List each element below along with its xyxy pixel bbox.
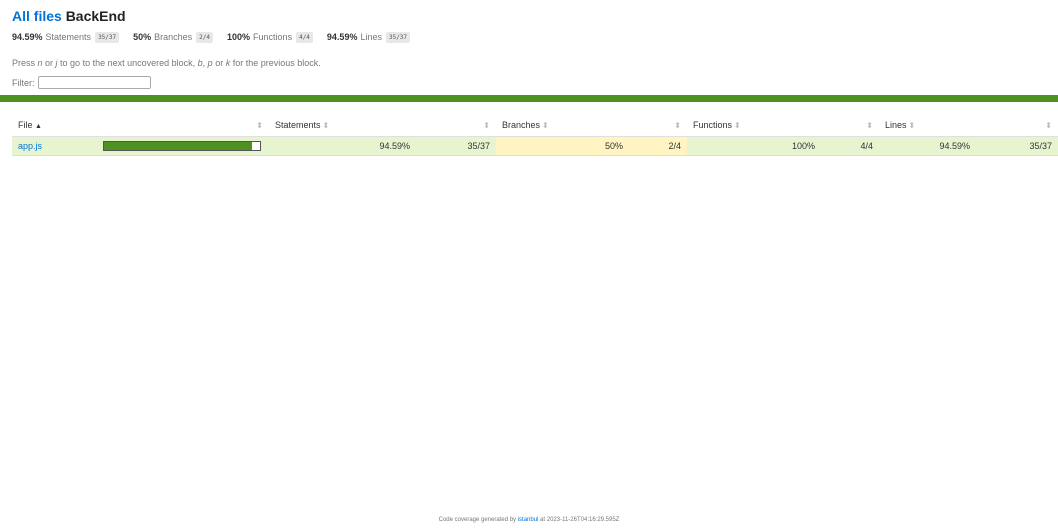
functions-pct: 100% <box>687 135 821 156</box>
sort-icon: ⬍ <box>674 120 681 130</box>
summary-lines: 94.59% Lines 35/37 <box>326 31 411 43</box>
sort-icon: ⬍ <box>322 120 330 130</box>
summary-fraction: 35/37 <box>95 31 120 43</box>
statements-fraction: 35/37 <box>416 135 496 156</box>
coverage-bar <box>103 140 261 151</box>
branches-fraction: 2/4 <box>629 135 687 156</box>
column-header-file-chart[interactable]: ⬍ <box>97 114 269 137</box>
summary-fraction: 4/4 <box>296 31 313 43</box>
summary-pct: 94.59% <box>12 32 43 42</box>
page-title: All files BackEnd <box>12 8 1046 24</box>
statements-pct: 94.59% <box>269 135 416 156</box>
summary-label: Functions <box>253 32 293 42</box>
sort-icon: ⬍ <box>866 120 873 130</box>
summary-pct: 50% <box>133 32 152 42</box>
table-row: app.js 94.59% 35/37 50% 2/4 100% 4/4 94.… <box>12 135 1058 156</box>
sort-icon: ⬍ <box>734 120 741 130</box>
coverage-status-line <box>0 95 1058 102</box>
summary-label: Statements <box>45 32 92 42</box>
coverage-table-container: File ▲ ⬍ Statements ⬍ ⬍ Branches ⬍ ⬍ Funct… <box>0 114 1058 156</box>
file-link[interactable]: app.js <box>18 141 42 151</box>
column-header-functions[interactable]: Functions ⬍ <box>687 114 821 137</box>
column-header-statements[interactable]: Statements ⬍ <box>269 114 416 137</box>
column-header-lines-frac[interactable]: ⬍ <box>976 114 1058 137</box>
summary-functions: 100% Functions 4/4 <box>227 31 313 43</box>
summary-pct: 94.59% <box>326 32 358 42</box>
column-header-functions-frac[interactable]: ⬍ <box>821 114 879 137</box>
sort-icon: ⬍ <box>256 120 263 130</box>
keyboard-help-text: Press n or j to go to the next uncovered… <box>12 58 321 68</box>
sort-icon: ⬍ <box>542 120 549 130</box>
column-header-branches[interactable]: Branches ⬍ <box>496 114 629 137</box>
summary-label: Lines <box>360 32 382 42</box>
functions-fraction: 4/4 <box>821 135 879 156</box>
coverage-summary: 94.59% Statements 35/37 50% Branches 2/4… <box>12 30 1046 44</box>
column-header-branches-frac[interactable]: ⬍ <box>629 114 687 137</box>
sort-asc-icon: ▲ <box>35 122 42 130</box>
page-header: All files BackEnd 94.59% Statements 35/3… <box>0 0 1058 89</box>
coverage-bar-cell <box>97 135 269 156</box>
project-name: BackEnd <box>65 8 126 24</box>
sort-icon: ⬍ <box>908 120 916 130</box>
coverage-table: File ▲ ⬍ Statements ⬍ ⬍ Branches ⬍ ⬍ Funct… <box>12 114 1058 156</box>
summary-branches: 50% Branches 2/4 <box>133 31 214 43</box>
filter-label: Filter: <box>12 77 35 88</box>
sort-icon: ⬍ <box>1045 120 1052 130</box>
column-header-statements-frac[interactable]: ⬍ <box>416 114 496 137</box>
lines-pct: 94.59% <box>879 135 976 156</box>
summary-statements: 94.59% Statements 35/37 <box>12 31 120 43</box>
file-cell: app.js <box>12 135 97 156</box>
summary-fraction: 35/37 <box>385 31 411 43</box>
branches-pct: 50% <box>496 135 629 156</box>
column-header-lines[interactable]: Lines ⬍ <box>879 114 976 137</box>
summary-fraction: 2/4 <box>196 31 214 43</box>
filter-row: Filter: <box>12 76 1046 89</box>
istanbul-link[interactable]: istanbul <box>518 517 539 523</box>
all-files-link[interactable]: All files <box>12 8 62 24</box>
footer: Code coverage generated by istanbul at 2… <box>438 517 620 523</box>
coverage-bar-fill <box>104 141 252 150</box>
filter-input[interactable] <box>37 76 151 89</box>
sort-icon: ⬍ <box>483 120 490 130</box>
lines-fraction: 35/37 <box>976 135 1058 156</box>
summary-pct: 100% <box>227 32 251 42</box>
table-header-row: File ▲ ⬍ Statements ⬍ ⬍ Branches ⬍ ⬍ Funct… <box>12 114 1058 137</box>
summary-label: Branches <box>154 32 193 42</box>
column-header-file[interactable]: File ▲ <box>12 114 97 137</box>
